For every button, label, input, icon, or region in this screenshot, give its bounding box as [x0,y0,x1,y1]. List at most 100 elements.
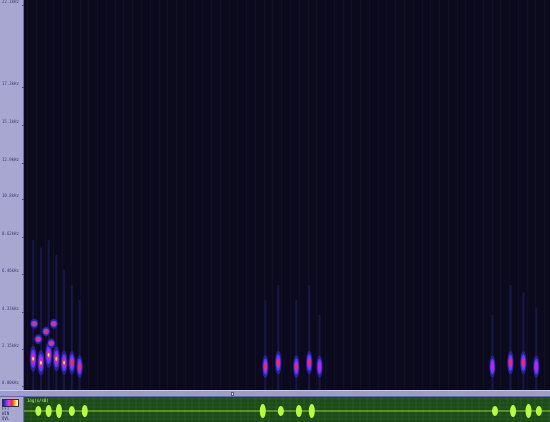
frequency-tick-label: 8.62kHz [2,231,19,236]
waveform-burst [55,404,62,418]
waveform-burst [81,405,88,417]
frequency-tick-label: 12.9kHz [2,157,19,163]
spectrogram-streak [351,0,352,390]
spectrogram-streak [36,0,37,390]
call-mark [520,292,527,390]
call-mark [29,240,37,390]
harmonic-mark [49,341,53,345]
spectrogram-streak [27,0,28,390]
spectrogram-streak [518,0,519,390]
call-mark [60,270,68,390]
call-mark [275,285,282,390]
time-scrollbar[interactable] [0,390,550,397]
frequency-tick-label: 17.3kHz [2,80,19,86]
spectrogram-view[interactable] [24,0,550,390]
frequency-tick-label: 22.1kHz [2,0,19,4]
frequency-tick-label: 6.46kHz [2,268,19,274]
spectrogram-streak [316,0,317,390]
spectrogram-streak [527,0,528,390]
spectrogram-streak [422,0,423,390]
call-mark [316,315,323,390]
spectrogram-streak [369,0,370,390]
spectrogram-streak [325,0,326,390]
frequency-tick: 6.46kHz [2,268,26,276]
call-mark [533,307,540,390]
spectrogram-streak [229,0,230,390]
spectrogram-streak [290,0,291,390]
spectrogram-streak [457,0,458,390]
call-mark [45,240,53,390]
spectrogram-streak [246,0,247,390]
call-mark [68,285,76,390]
spectrogram-streak [53,0,54,390]
spectrogram-streak [176,0,177,390]
spectrogram-streak [115,0,116,390]
spectrogram-streak [202,0,203,390]
waveform-burst [525,404,532,418]
spectrogram-streak [413,0,414,390]
waveform-burst [45,405,52,417]
call-mark [306,285,313,390]
spectrogram-streak [448,0,449,390]
spectrogram-streak [544,0,545,390]
waveform-burst [308,404,315,418]
settings-panel: FFT WIN OVL [0,397,24,422]
frequency-axis: 22.1kHz 17.3kHz 15.1kHz 12.9kHz 10.8kHz 8.62k… [0,0,26,390]
waveform-overview[interactable]: 1og(s/s0) [24,397,550,422]
waveform-burst [277,406,284,416]
waveform-burst [510,405,517,417]
spectrogram-streak [439,0,440,390]
spectrogram-streak [430,0,431,390]
spectrogram-streak [106,0,107,390]
call-mark [507,285,514,390]
waveform-burst [295,405,302,417]
call-mark [293,300,300,390]
spectrogram-streak [404,0,405,390]
waveform-burst [491,406,498,416]
spectrogram-streak [360,0,361,390]
harmonic-mark [52,322,56,326]
waveform-canvas[interactable] [24,397,550,422]
frequency-tick: 15.1kHz [2,119,26,126]
spectrogram-streak [343,0,344,390]
spectrogram-streak [211,0,212,390]
frequency-tick: 17.3kHz [2,81,26,88]
waveform-burst [68,406,75,416]
spectrogram-streak [465,0,466,390]
call-mark [489,315,496,390]
spectrogram-streak [123,0,124,390]
spectrogram-streak [386,0,387,390]
spectrogram-streak [237,0,238,390]
frequency-tick: 4.31kHz [2,306,26,313]
frequency-tick: 12.9kHz [2,157,26,165]
spectrogram-streak [483,0,484,390]
spectrogram-streak [500,0,501,390]
frequency-tick-label: 0.00kHz [2,380,19,385]
spectrogram-streak [159,0,160,390]
spectrogram-streak [150,0,151,390]
frequency-tick-label: 15.1kHz [2,118,19,124]
frequency-tick: 0.00kHz [2,380,26,387]
frequency-tick-label: 4.31kHz [2,305,19,311]
waveform-burst [535,406,542,416]
spectrogram-streak [281,0,282,390]
spectrogram-canvas[interactable] [24,0,550,390]
spectrogram-streak [220,0,221,390]
frequency-tick-label: 2.15kHz [2,342,19,348]
call-mark [37,247,45,390]
waveform-burst [35,406,42,416]
frequency-tick: 8.62kHz [2,231,26,238]
spectrogram-streak [167,0,168,390]
frequency-tick: 22.1kHz [2,0,26,6]
spectrogram-streak [272,0,273,390]
spectrogram-streak [255,0,256,390]
scrollbar-thumb[interactable] [231,392,234,396]
frequency-tick: 2.15kHz [2,343,26,350]
waveform-burst [259,404,266,418]
spectrogram-streak [97,0,98,390]
spectrogram-streak [141,0,142,390]
spectrogram-streak [88,0,89,390]
spectrogram-streak [299,0,300,390]
frequency-tick: 10.8kHz [2,193,26,201]
overlap-label: OVL [2,416,10,421]
